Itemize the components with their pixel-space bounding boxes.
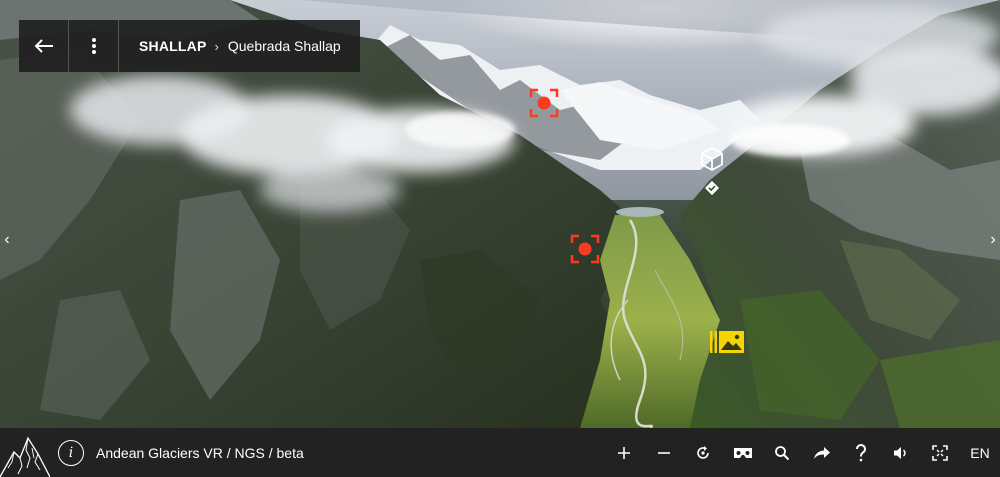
help-icon (856, 443, 867, 461)
info-icon[interactable]: i (58, 439, 84, 466)
share-button[interactable] (802, 428, 842, 477)
share-icon (813, 446, 830, 459)
fullscreen-button[interactable] (921, 428, 961, 477)
vr-headset-icon (733, 447, 752, 458)
location-header: SHALLAP › Quebrada Shallap (19, 20, 360, 72)
back-button[interactable] (19, 20, 69, 72)
target-hotspot-icon[interactable] (570, 234, 600, 264)
gallery-hotspot-icon[interactable] (709, 329, 745, 355)
zoom-out-icon (657, 451, 670, 454)
check-diamond-icon[interactable] (704, 180, 720, 196)
fullscreen-icon (932, 444, 949, 461)
arrow-left-icon (34, 39, 53, 53)
target-hotspot-icon[interactable] (529, 88, 559, 118)
bottom-toolbar: i Andean Glaciers VR / NGS / beta EN (0, 428, 1000, 477)
zoom-out-button[interactable] (644, 428, 684, 477)
auto-rotate-button[interactable] (684, 428, 724, 477)
zoom-in-icon (618, 446, 631, 459)
zoom-in-button[interactable] (605, 428, 645, 477)
chevron-left-icon[interactable]: ‹ (0, 229, 14, 251)
prev-arrow-glyph: ‹ (4, 231, 10, 248)
help-button[interactable] (842, 428, 882, 477)
auto-rotate-icon (697, 445, 710, 459)
search-button[interactable] (763, 428, 803, 477)
chevron-right-icon[interactable]: › (986, 229, 1000, 251)
next-arrow-glyph: › (990, 231, 996, 248)
language-selector[interactable]: EN (960, 428, 1000, 477)
mountain-logo-icon[interactable] (0, 428, 51, 477)
menu-button[interactable] (69, 20, 119, 72)
info-glyph: i (68, 444, 74, 461)
tour-title: Andean Glaciers VR / NGS / beta (96, 444, 304, 461)
breadcrumb: SHALLAP › Quebrada Shallap (119, 38, 341, 54)
volume-icon (893, 446, 906, 459)
viewer-controls: EN (605, 428, 1000, 477)
volume-button[interactable] (881, 428, 921, 477)
breadcrumb-location-main[interactable]: SHALLAP (139, 38, 207, 54)
breadcrumb-location-sub: Quebrada Shallap (227, 38, 341, 54)
vertical-dots-icon (91, 38, 96, 54)
cube-hotspot-icon[interactable] (699, 146, 725, 172)
search-icon (775, 445, 790, 460)
breadcrumb-separator: › (214, 38, 219, 54)
vr-mode-button[interactable] (723, 428, 763, 477)
